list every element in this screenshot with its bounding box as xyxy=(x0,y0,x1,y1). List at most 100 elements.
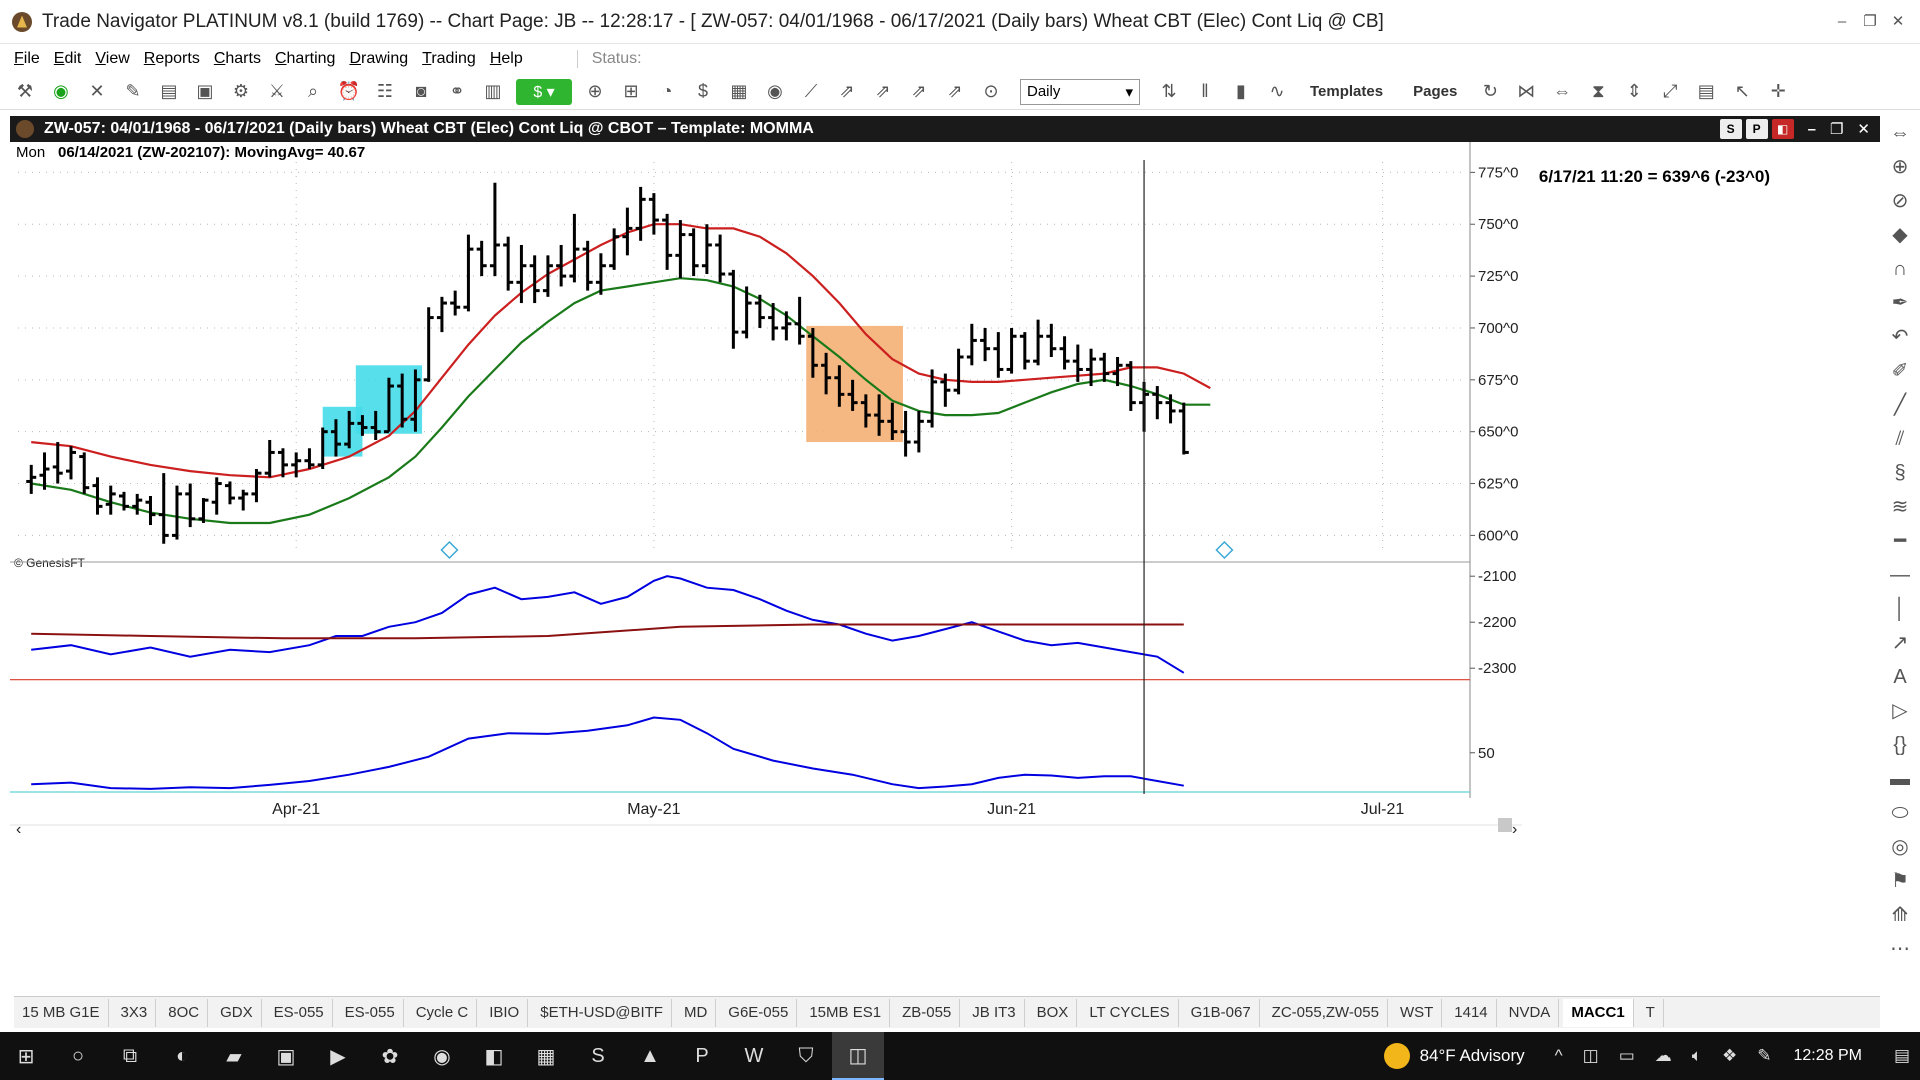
page-tab[interactable]: ES-055 xyxy=(266,998,333,1027)
eye-icon[interactable]: ◉ xyxy=(762,79,788,105)
skype-icon[interactable]: S xyxy=(572,1032,624,1080)
crosshair-icon[interactable]: ✛ xyxy=(1765,79,1791,105)
calculator-app-icon[interactable]: ▦ xyxy=(520,1032,572,1080)
channel-icon[interactable]: ≋ xyxy=(1886,490,1914,524)
chart-minimize-icon[interactable]: – xyxy=(1808,121,1816,138)
price-chart[interactable]: Mon 06/14/2021 (ZW-202107): MovingAvg= 4… xyxy=(10,142,1880,996)
arrow-icon[interactable]: ↗ xyxy=(1886,626,1914,660)
zoom-clear-icon[interactable]: ⊘ xyxy=(1886,184,1914,218)
edge-browser-icon[interactable]: ◐ xyxy=(156,1032,208,1080)
page-tab[interactable]: 15MB ES1 xyxy=(801,998,891,1027)
page-button[interactable]: P xyxy=(1745,119,1768,139)
office-icon[interactable]: ◧ xyxy=(468,1032,520,1080)
parallel-lines-icon[interactable]: ⫽ xyxy=(1886,422,1914,456)
volume-icon[interactable]: 🔈︎ xyxy=(1692,1046,1702,1066)
menu-drawing[interactable]: Drawing xyxy=(349,50,408,68)
minimize-button[interactable]: – xyxy=(1828,0,1856,44)
weather-text[interactable]: 84°F Advisory xyxy=(1420,1046,1525,1066)
file-explorer-icon[interactable]: ▰ xyxy=(208,1032,260,1080)
expand-vertical-icon[interactable]: ⇕ xyxy=(1621,79,1647,105)
chart-restore-icon[interactable]: ❐ xyxy=(1830,120,1843,138)
scroll-arrows-icon[interactable]: ⇔ xyxy=(1886,116,1914,150)
zoom-icon[interactable]: ⊙ xyxy=(978,79,1004,105)
menu-view[interactable]: View xyxy=(95,50,129,68)
onedrive-cloud-icon[interactable]: ☁ xyxy=(1655,1046,1672,1066)
chart-up2-icon[interactable]: ⇗ xyxy=(870,79,896,105)
recorder-icon[interactable]: ◫ xyxy=(832,1032,884,1080)
search-icon[interactable]: ⌕ xyxy=(300,79,326,105)
compass-icon[interactable]: ⊕ xyxy=(582,79,608,105)
chart-close-icon[interactable]: ✕ xyxy=(1857,120,1870,138)
more-icon[interactable]: ⋯ xyxy=(1886,932,1914,966)
store-icon[interactable]: ▣ xyxy=(260,1032,312,1080)
page-tab[interactable]: T xyxy=(1638,998,1664,1027)
page-tab[interactable]: Cycle C xyxy=(408,998,478,1027)
tray-app-icon[interactable]: ◫ xyxy=(1583,1046,1599,1066)
circle-icon[interactable]: ◎ xyxy=(1886,830,1914,864)
page-tab[interactable]: 8OC xyxy=(160,998,209,1027)
vertical-line-icon[interactable]: │ xyxy=(1886,592,1914,626)
page-tab[interactable]: GDX xyxy=(212,998,262,1027)
pen-icon[interactable]: ✒ xyxy=(1886,286,1914,320)
eraser-icon[interactable]: ◆ xyxy=(1886,218,1914,252)
page-tab[interactable]: 3X3 xyxy=(113,998,157,1027)
calculator-icon[interactable]: ▦ xyxy=(726,79,752,105)
page-tab[interactable]: BOX xyxy=(1029,998,1078,1027)
wrench-icon[interactable]: ⚒ xyxy=(12,79,38,105)
menu-edit[interactable]: Edit xyxy=(54,50,82,68)
compress-vertical-icon[interactable]: ⧗ xyxy=(1585,79,1611,105)
magnet-icon[interactable]: ∩ xyxy=(1886,252,1914,286)
security-icon[interactable]: ⛉ xyxy=(780,1032,832,1080)
pages-button[interactable]: Pages xyxy=(1413,83,1457,100)
camera-icon[interactable]: ◙ xyxy=(408,79,434,105)
trade-navigator-icon[interactable]: ▲ xyxy=(624,1032,676,1080)
chart-up3-icon[interactable]: ⇗ xyxy=(906,79,932,105)
menu-charting[interactable]: Charting xyxy=(275,50,335,68)
page-tab[interactable]: MACC1 xyxy=(1563,998,1634,1027)
filter-icon[interactable]: ⊞ xyxy=(618,79,644,105)
line-chart-icon[interactable]: ∿ xyxy=(1264,79,1290,105)
page-tab[interactable]: G1B-067 xyxy=(1183,998,1260,1027)
study-button[interactable]: S xyxy=(1719,119,1742,139)
text-tool-icon[interactable]: A xyxy=(1886,660,1914,694)
templates-button[interactable]: Templates xyxy=(1310,83,1383,100)
ellipse-icon[interactable]: ⬭ xyxy=(1886,796,1914,830)
gauge-icon[interactable]: ◔ xyxy=(654,79,680,105)
page-tab[interactable]: NVDA xyxy=(1501,998,1560,1027)
menu-help[interactable]: Help xyxy=(490,50,523,68)
close-button[interactable]: ✕ xyxy=(1884,0,1912,44)
page-tab[interactable]: G6E-055 xyxy=(720,998,798,1027)
page-tab[interactable]: 15 MB G1E xyxy=(14,998,109,1027)
tray-display-icon[interactable]: ▭ xyxy=(1619,1046,1635,1066)
bars-icon[interactable]: ▮ xyxy=(1228,79,1254,105)
page-tab[interactable]: WST xyxy=(1392,998,1443,1027)
brush-icon[interactable]: ✐ xyxy=(1886,354,1914,388)
chart-up4-icon[interactable]: ⇗ xyxy=(942,79,968,105)
chart-line-icon[interactable]: ⟋ xyxy=(798,79,824,105)
maximize-button[interactable]: ❐ xyxy=(1856,0,1884,44)
magic-wand-icon[interactable]: ✎ xyxy=(120,79,146,105)
chart-tool-icon[interactable]: ⟰ xyxy=(1886,898,1914,932)
menu-file[interactable]: File xyxy=(14,50,40,68)
crosshair-tools-icon[interactable]: ✕ xyxy=(84,79,110,105)
zoom-in-icon[interactable]: ⊕ xyxy=(1886,150,1914,184)
rectangle-icon[interactable]: ▬ xyxy=(1886,762,1914,796)
chart-up-icon[interactable]: ⇗ xyxy=(834,79,860,105)
alarm-clock-icon[interactable]: ⏰ xyxy=(336,79,362,105)
triangle-icon[interactable]: ▷ xyxy=(1886,694,1914,728)
chrome-icon[interactable]: ◉ xyxy=(416,1032,468,1080)
horizontal-ray-icon[interactable]: — xyxy=(1886,558,1914,592)
powerpoint-icon[interactable]: P xyxy=(676,1032,728,1080)
search-circle-icon[interactable]: ○ xyxy=(52,1032,104,1080)
pen-tray-icon[interactable]: ✎ xyxy=(1757,1046,1771,1066)
link-color-button[interactable]: ◧ xyxy=(1771,119,1794,139)
weather-sun-icon[interactable] xyxy=(1383,1043,1410,1069)
task-view-icon[interactable]: ⧉ xyxy=(104,1032,156,1080)
brackets-icon[interactable]: {} xyxy=(1886,728,1914,762)
candle-icon[interactable]: ‖ xyxy=(1192,79,1218,105)
compress-horizontal-icon[interactable]: ⋈ xyxy=(1513,79,1539,105)
page-tab[interactable]: MD xyxy=(676,998,717,1027)
page-tab[interactable]: JB IT3 xyxy=(964,998,1025,1027)
refresh-icon[interactable]: ↻ xyxy=(1477,79,1503,105)
menu-trading[interactable]: Trading xyxy=(422,50,476,68)
